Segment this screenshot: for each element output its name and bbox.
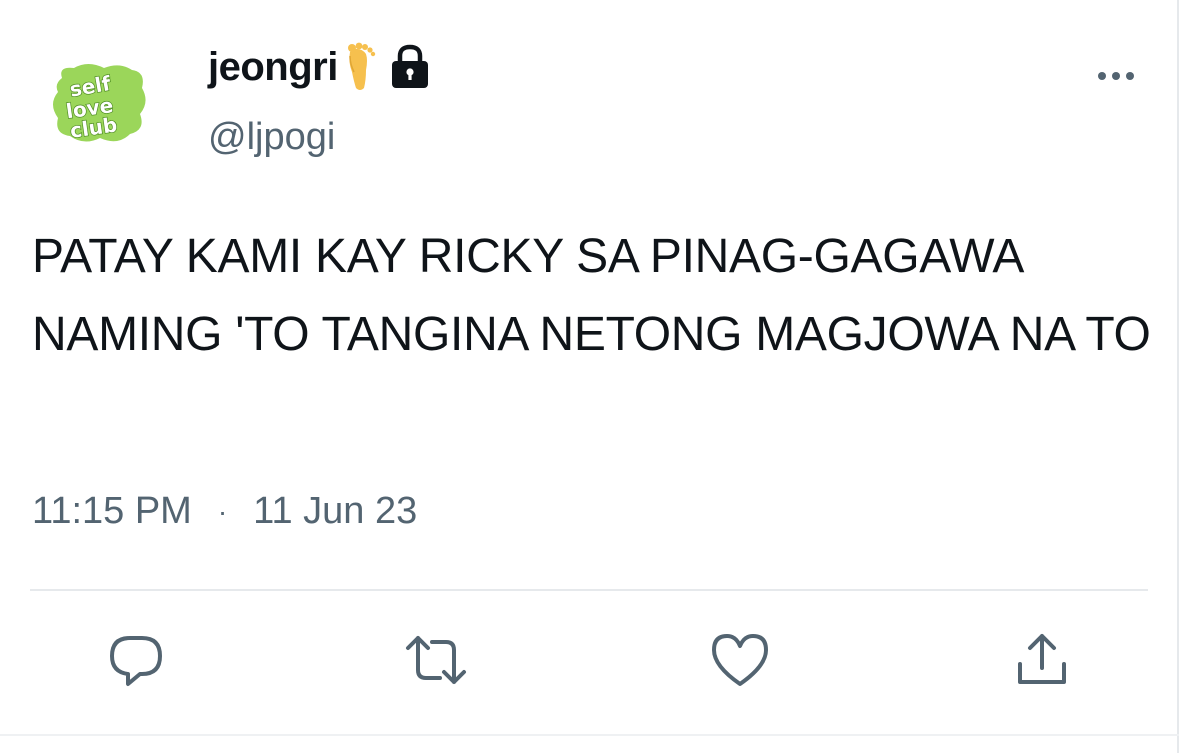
foot-emoji-icon	[342, 42, 376, 92]
tweet-time: 11:15 PM	[32, 490, 192, 532]
bottom-divider	[0, 734, 1179, 736]
reply-icon	[110, 636, 162, 686]
tweet-date: 11 Jun 23	[253, 490, 418, 532]
reply-button[interactable]	[104, 628, 168, 692]
heart-icon	[712, 634, 768, 686]
user-display-name[interactable]: jeongri	[208, 42, 432, 92]
retweet-button[interactable]	[404, 628, 468, 692]
share-button[interactable]	[1010, 628, 1074, 692]
avatar-image: self love club	[53, 64, 146, 143]
display-name-text: jeongri	[208, 44, 338, 89]
divider	[30, 589, 1148, 591]
meta-separator: ·	[217, 495, 228, 527]
share-icon	[1018, 634, 1066, 684]
avatar[interactable]: self love club	[48, 58, 152, 148]
retweet-icon	[406, 636, 466, 684]
tweet-timestamp[interactable]: 11:15 PM · 11 Jun 23	[32, 490, 417, 533]
tweet-card: self love club jeongri @ljpogi PATAY KAM…	[0, 0, 1179, 753]
user-handle[interactable]: @ljpogi	[208, 116, 335, 159]
like-button[interactable]	[708, 628, 772, 692]
lock-icon	[388, 44, 432, 90]
tweet-text: PATAY KAMI KAY RICKY SA PINAG-GAGAWA NAM…	[32, 230, 1151, 361]
more-options-icon[interactable]	[1094, 66, 1138, 86]
